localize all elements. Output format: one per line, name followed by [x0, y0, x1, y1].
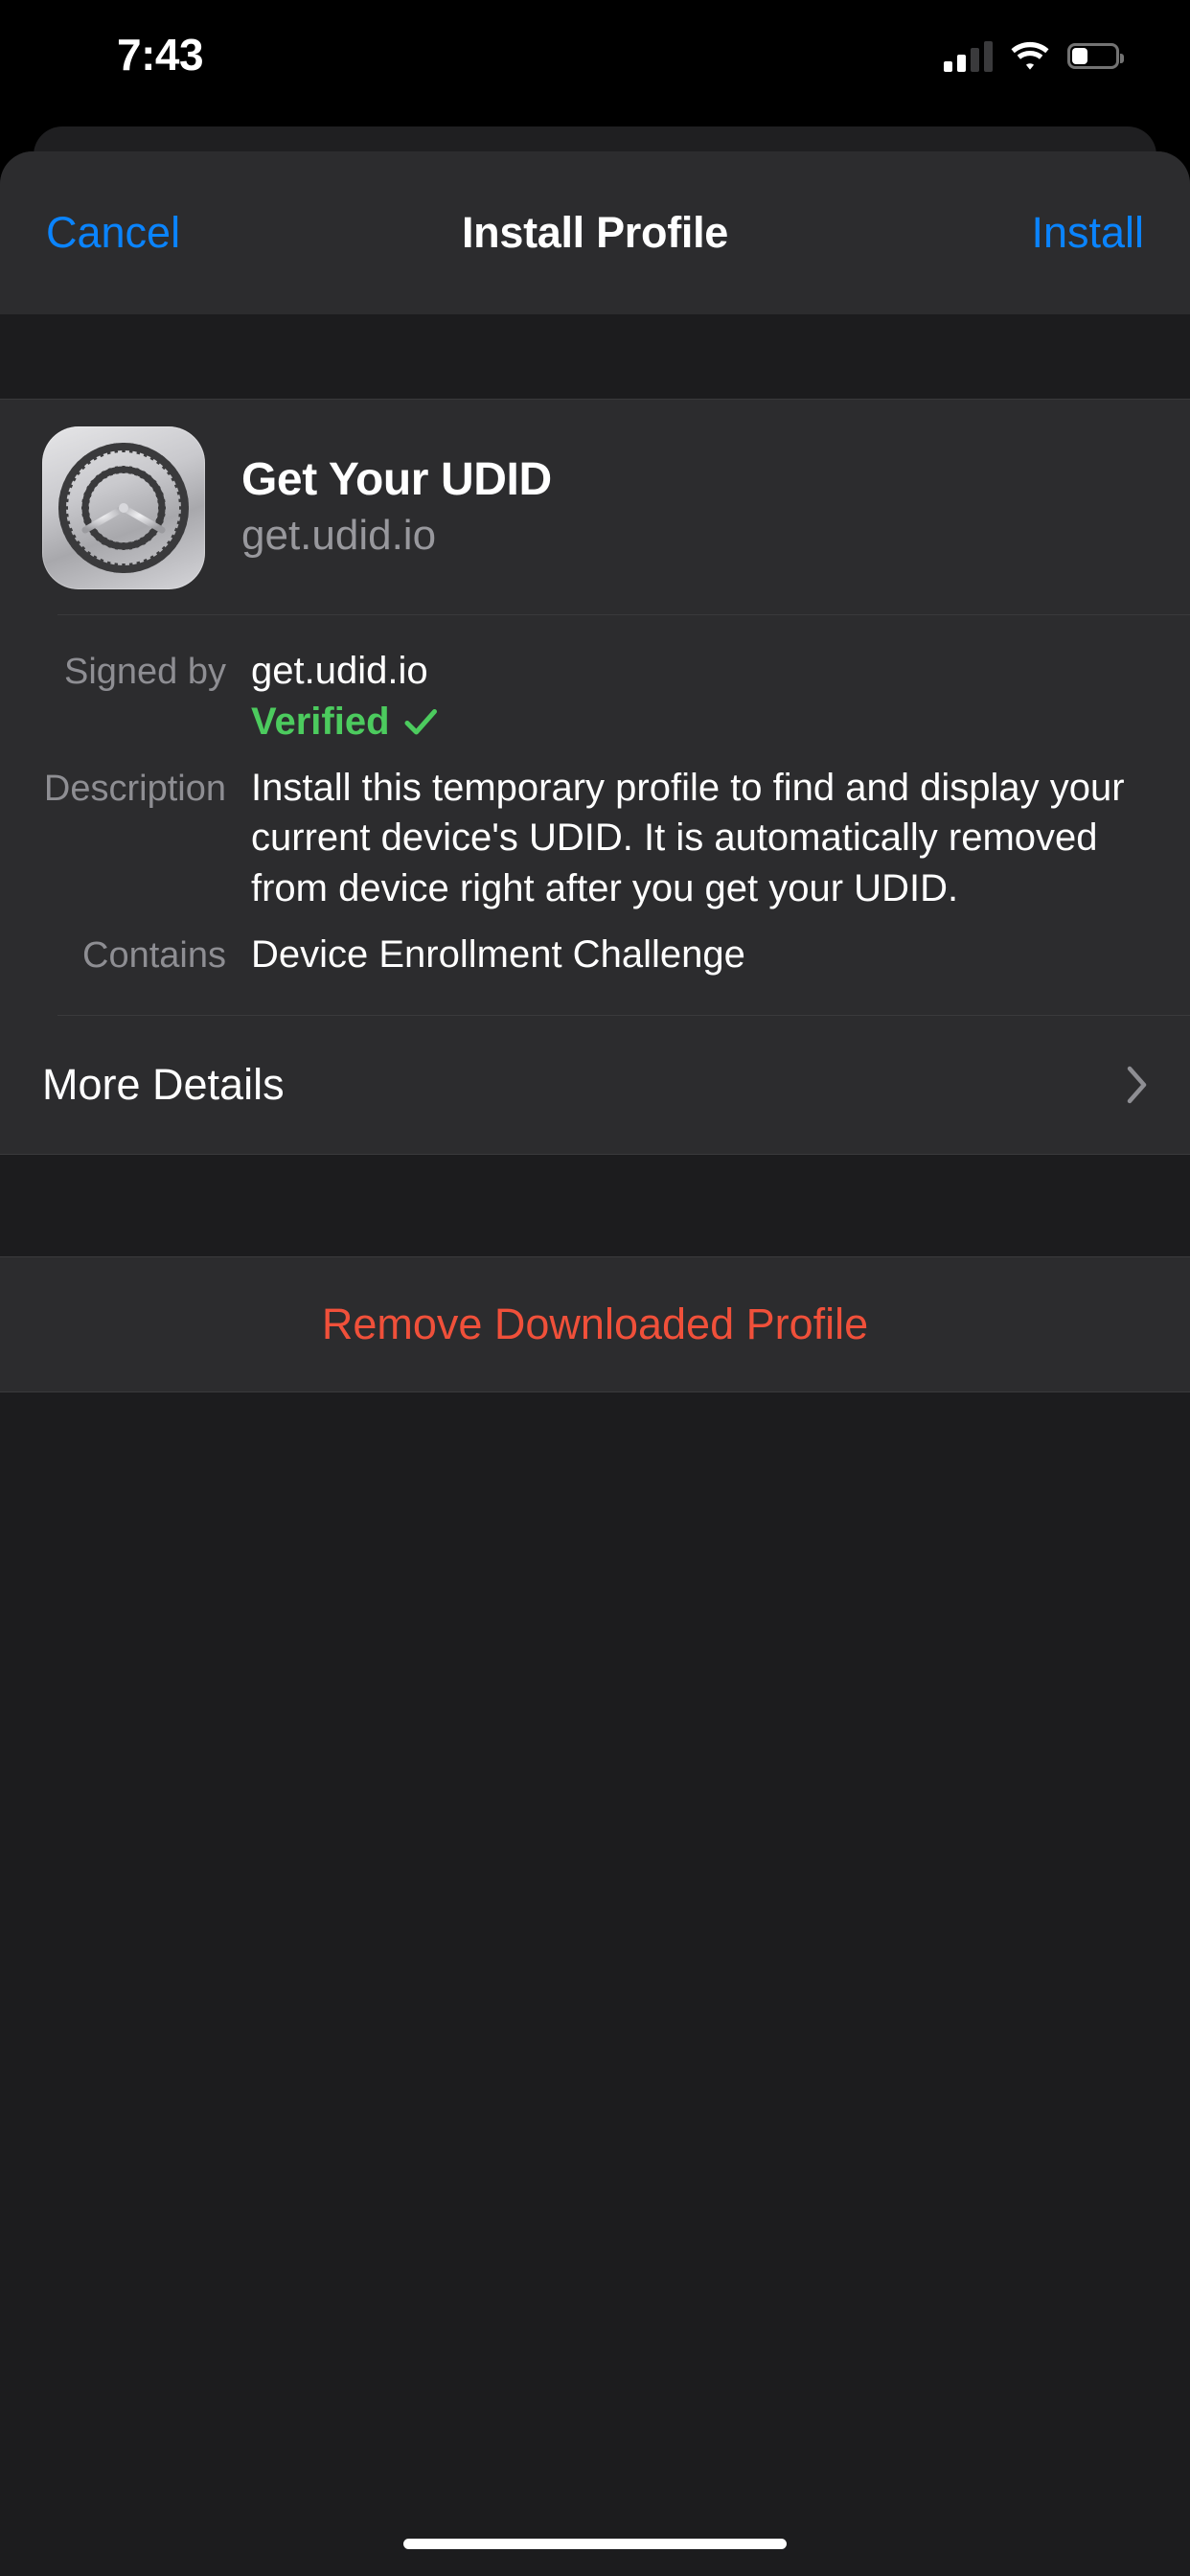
checkmark-icon: [404, 709, 437, 735]
detail-value: Device Enrollment Challenge: [251, 932, 745, 976]
detail-value: get.udid.io Verified: [251, 646, 1148, 748]
more-details-row[interactable]: More Details: [0, 1016, 1190, 1154]
detail-row-signed-by: Signed by get.udid.io Verified: [0, 640, 1190, 753]
install-button[interactable]: Install: [1021, 151, 1154, 314]
profile-title-block: Get Your UDID get.udid.io: [241, 454, 552, 562]
chevron-right-icon: [1127, 1066, 1147, 1104]
detail-label: Signed by: [63, 652, 226, 692]
profile-header-row: Get Your UDID get.udid.io: [0, 400, 1190, 614]
status-bar-time: 7:43: [117, 30, 204, 80]
section-gap-middle: [0, 1154, 1190, 1256]
verified-label: Verified: [251, 700, 390, 743]
wifi-icon: [1011, 41, 1049, 70]
navigation-bar: Cancel Install Profile Install: [0, 151, 1190, 314]
profile-detail-list: Signed by get.udid.io Verified Descripti…: [0, 615, 1190, 1015]
detail-label: Contains: [82, 934, 226, 976]
section-gap-top: [0, 314, 1190, 399]
profile-host: get.udid.io: [241, 511, 437, 559]
detail-row-description: Description Install this temporary profi…: [0, 757, 1190, 920]
profile-name: Get Your UDID: [241, 454, 552, 506]
detail-value: Install this temporary profile to find a…: [251, 766, 1125, 910]
status-bar-indicators: [944, 29, 1124, 82]
remove-downloaded-profile-button[interactable]: Remove Downloaded Profile: [0, 1255, 1190, 1392]
remove-downloaded-profile-label: Remove Downloaded Profile: [321, 1299, 869, 1348]
detail-label: Description: [43, 768, 226, 809]
signed-by-value: get.udid.io: [251, 650, 428, 692]
more-details-label: More Details: [42, 1059, 285, 1109]
detail-row-contains: Contains Device Enrollment Challenge: [0, 924, 1190, 986]
battery-icon: [1067, 42, 1124, 69]
cellular-signal-icon: [944, 39, 993, 72]
iphone-screen: 7:43 Cancel Install Profile Install Get …: [0, 0, 1190, 2576]
settings-gear-icon: [42, 426, 205, 589]
page-title: Install Profile: [461, 208, 729, 257]
profile-card: Get Your UDID get.udid.io Signed by get.…: [0, 399, 1190, 1155]
home-indicator[interactable]: [403, 2539, 787, 2549]
install-profile-sheet: Cancel Install Profile Install Get Your …: [0, 151, 1190, 2576]
verified-status: Verified: [251, 697, 438, 748]
